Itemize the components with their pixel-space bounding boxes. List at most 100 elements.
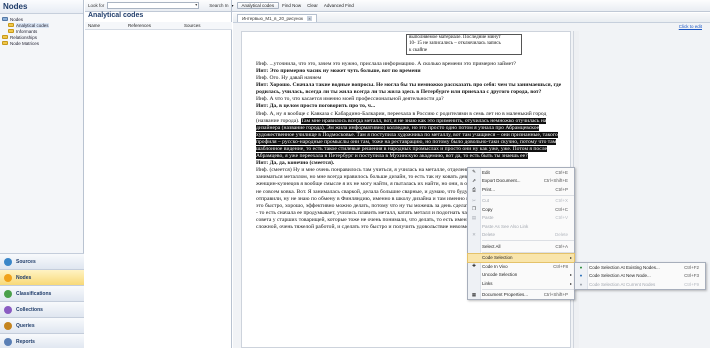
column-references[interactable]: References <box>125 23 181 28</box>
sources-icon <box>4 257 12 266</box>
click-to-edit-link[interactable]: Click to edit <box>679 24 702 29</box>
menu-item-label: Print... <box>482 186 496 192</box>
menu-item-label: Code Selection At New Node... <box>589 273 651 279</box>
menu-item-print[interactable]: ⎙ Print... Ctrl+P <box>468 185 574 194</box>
menu-item-label: Copy <box>482 206 493 212</box>
menu-item-shortcut: Ctrl+E <box>555 169 568 175</box>
clear-button[interactable]: Clear <box>307 3 318 8</box>
nav-button-collections[interactable]: Collections <box>0 301 84 317</box>
menu-item-shortcut: Ctrl+V <box>555 215 568 221</box>
folder-icon <box>2 41 8 45</box>
tree-item-label: Nodes <box>10 16 24 22</box>
context-menu: ✎ Edit Ctrl+E ⇗ Export Document... Ctrl+Shift… <box>467 167 575 300</box>
nav-button-classifications[interactable]: Classifications <box>0 285 84 301</box>
menu-separator <box>482 240 574 241</box>
column-name[interactable]: Name <box>85 23 125 28</box>
queries-icon <box>4 321 12 330</box>
menu-item-shortcut: Delete <box>554 232 568 238</box>
nav-button-queries[interactable]: Queries <box>0 317 84 333</box>
nav-button-reports[interactable]: Reports <box>0 333 84 348</box>
tree-item-label: Informants <box>16 28 38 34</box>
collections-icon <box>4 305 12 314</box>
menu-item-label: Delete <box>482 232 496 238</box>
menu-item-code-selection-at-current-nodes[interactable]: ● Code Selection At Current Nodes Ctrl+F9 <box>575 280 705 289</box>
menu-item-code-selection[interactable]: Code Selection ▸ <box>467 252 575 263</box>
nav-button-label: Nodes <box>16 274 32 281</box>
document-tab[interactable]: Интервью_М1_в_20_рисунок × <box>237 14 317 22</box>
menu-item-export-document[interactable]: ⇗ Export Document... Ctrl+Shift+E <box>468 177 574 186</box>
paragraph-text: Инт: Это примерно часик ну может чуть бо… <box>256 67 421 74</box>
menu-item-shortcut: Ctrl+F8 <box>553 263 568 269</box>
menu-item-uncode-selection[interactable]: Uncode Selection ▸ <box>468 271 574 280</box>
search-scope-button[interactable]: Analytical codes <box>236 2 280 9</box>
submenu-arrow-icon: ▸ <box>569 280 572 286</box>
copy-icon: ❐ <box>471 206 477 212</box>
document-paragraph: Инф. ...уточнила, что это, зачем это нуж… <box>256 61 564 68</box>
cut-icon: ✂ <box>472 197 476 203</box>
tree-item[interactable]: Node Matrices <box>2 40 83 46</box>
advanced-find-button[interactable]: Advanced Find <box>324 3 354 8</box>
menu-item-label: Code Selection At Current Nodes <box>589 281 656 287</box>
menu-item-label: Uncode Selection <box>482 272 518 278</box>
column-sources[interactable]: Sources <box>181 23 201 28</box>
nav-button-label: Classifications <box>16 290 52 297</box>
node-list-pane: Analytical codes Name References Sources <box>85 0 232 348</box>
menu-item-copy[interactable]: ❐ Copy Ctrl+C <box>468 205 574 214</box>
export-icon: ⇗ <box>472 177 476 183</box>
delete-icon: ✕ <box>472 231 476 237</box>
table-line: к скайпе <box>409 47 428 53</box>
node-tree: Nodes Analytical codes Informants Relations… <box>0 14 83 46</box>
menu-item-code-in-vivo[interactable]: ✚ Code In Vivo Ctrl+F8 <box>468 262 574 271</box>
menu-item-label: Export Document... <box>482 178 521 184</box>
document-paragraph: Инт: Да, в целом просто поговорить про т… <box>256 103 564 110</box>
nav-button-sources[interactable]: Sources <box>0 253 84 269</box>
menu-item-shortcut: Ctrl+A <box>555 243 568 249</box>
menu-item-shortcut: Ctrl+Shift+P <box>543 292 568 298</box>
menu-item-shortcut: Ctrl+Shift+E <box>543 178 568 184</box>
nav-button-nodes[interactable]: Nodes <box>0 269 84 285</box>
menu-item-shortcut: Ctrl+F2 <box>684 264 699 270</box>
paragraph-text: Инт: Хорошо. Сначала такие водные вопрос… <box>256 82 562 96</box>
navigation-buttons: Sources Nodes Classifications Collections Qu… <box>0 253 84 348</box>
document-paragraph: Инф. А, ну я вообще с Кавказа с Кабардин… <box>256 111 564 161</box>
paragraph-text: Инф. ...уточнила, что это, зачем это нуж… <box>256 60 517 67</box>
close-icon[interactable]: × <box>306 16 312 21</box>
menu-item-links[interactable]: Links ▸ <box>468 279 574 288</box>
folder-icon <box>8 23 14 27</box>
menu-item-label: Code Selection <box>482 255 513 261</box>
folder-icon <box>2 17 8 21</box>
menu-item-cut[interactable]: ✂ Cut Ctrl+X <box>468 197 574 206</box>
menu-item-select-all[interactable]: Select All Ctrl+A <box>468 242 574 251</box>
menu-item-label: Paste <box>482 215 494 221</box>
menu-item-document-properties[interactable]: ▦ Document Properties... Ctrl+Shift+P <box>468 291 574 300</box>
menu-item-label: Document Properties... <box>482 292 529 298</box>
tree-item-label: Relationships <box>10 34 38 40</box>
menu-item-delete[interactable]: ✕ Delete Delete <box>468 231 574 240</box>
nav-button-label: Collections <box>16 306 43 313</box>
menu-item-label: Code Selection At Existing Nodes... <box>589 264 660 270</box>
nav-title: Nodes <box>0 0 83 14</box>
menu-item-shortcut: Ctrl+P <box>555 186 568 192</box>
selected-text: Там мне нравилось всегда металл, вот, я … <box>256 117 558 160</box>
paragraph-text: Инт: Да, да, конечно (смеется). <box>256 160 335 167</box>
list-header: Name References Sources <box>85 22 232 30</box>
menu-item-paste[interactable]: ▤ Paste Ctrl+V <box>468 214 574 223</box>
find-now-button[interactable]: Find Now <box>282 3 301 8</box>
submenu-arrow-icon: ▸ <box>569 255 572 261</box>
document-paragraph: Инф. А что то, что касается именно моей … <box>256 96 564 103</box>
menu-item-code-selection-at-new-node[interactable]: ● Code Selection At New Node... Ctrl+F3 <box>575 272 705 281</box>
code-selection-submenu: ● Code Selection At Existing Nodes... Ctrl… <box>574 262 706 290</box>
properties-icon: ▦ <box>471 291 477 297</box>
menu-item-label: Links <box>482 280 493 286</box>
document-table: выполняемое материале. Последние минут 1… <box>406 34 522 55</box>
menu-item-edit[interactable]: ✎ Edit Ctrl+E <box>468 168 574 177</box>
nav-button-label: Queries <box>16 322 35 329</box>
menu-item-code-selection-at-existing-nodes[interactable]: ● Code Selection At Existing Nodes... Ctrl… <box>575 263 705 272</box>
menu-separator <box>482 251 574 253</box>
document-tab-bar: Интервью_М1_в_20_рисунок × <box>233 13 710 23</box>
menu-item-paste-as-see-also-link[interactable]: Paste As See Also Link <box>468 222 574 231</box>
in-vivo-icon: ✚ <box>472 263 476 269</box>
nav-button-label: Reports <box>16 338 35 345</box>
current-node-icon: ● <box>579 281 583 287</box>
pencil-icon: ✎ <box>472 169 476 175</box>
